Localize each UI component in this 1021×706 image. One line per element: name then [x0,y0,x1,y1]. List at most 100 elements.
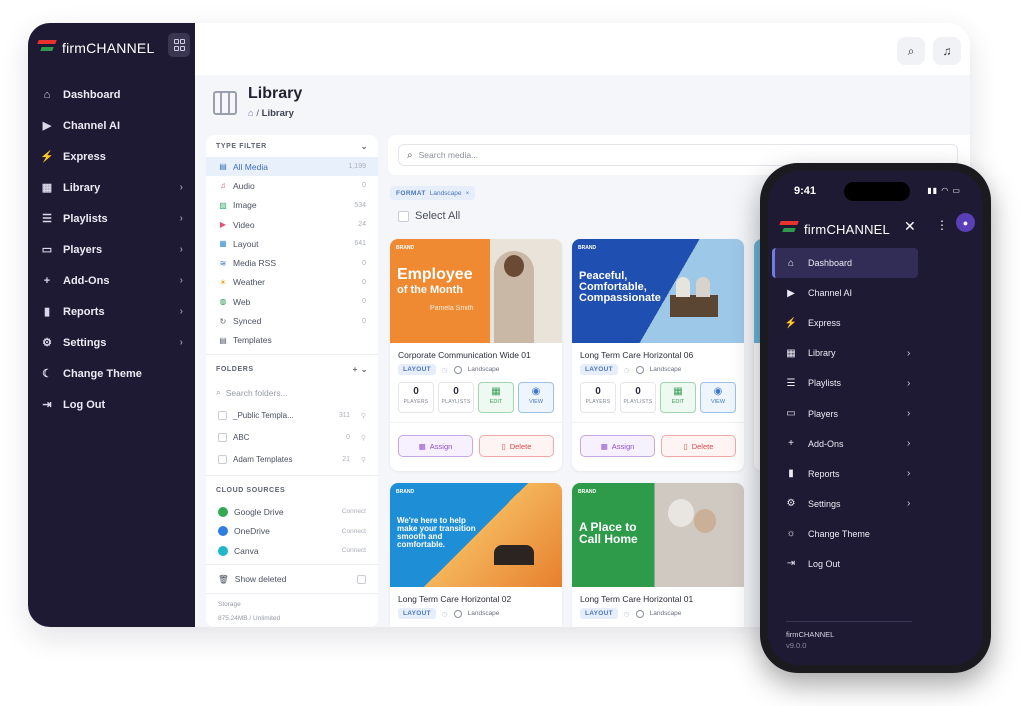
chevron-down-icon[interactable]: ⌄ [361,142,368,151]
edit-button[interactable]: ▦ EDIT [478,382,514,413]
card-tags: LAYOUT ◷ Landscape [390,604,562,623]
folder-search-input[interactable]: ⌕ Search folders... [216,383,368,403]
select-all-checkbox[interactable] [398,210,409,222]
phone-nav-item-express[interactable]: ⚡ Express [772,308,981,338]
media-thumbnail[interactable]: BRAND Peaceful, Comfortable, Compassiona… [572,239,744,343]
sidebar-item-playlists[interactable]: ☰ Playlists › [28,203,195,234]
folder-item[interactable]: _Public Templa... 311 ⚲ [206,405,378,427]
type-filter-audio[interactable]: ♫ Audio 0 [206,176,378,195]
folder-checkbox[interactable] [218,433,227,443]
sidebar-item-settings[interactable]: ⚙ Settings › [28,327,195,358]
media-thumbnail[interactable]: BRAND Employee of the Month Pamela Smith [390,239,562,343]
media-card[interactable]: BRAND We're here to help make your trans… [390,483,562,627]
phone-nav-item-add-ons[interactable]: + Add-Ons › [772,429,981,459]
pin-icon[interactable]: ⚲ [361,412,366,420]
chevron-right-icon: › [907,438,911,450]
chevron-right-icon: › [907,408,911,420]
sidebar-item-library[interactable]: ▦ Library › [28,172,195,203]
sidebar-item-players[interactable]: ▭ Players › [28,234,195,265]
view-button[interactable]: ◉ VIEW [700,382,736,413]
sidebar-item-reports[interactable]: ▮ Reports › [28,296,195,327]
media-card[interactable]: BRAND Employee of the Month Pamela Smith… [390,239,562,471]
film-icon: ▦ [786,347,796,359]
edit-button[interactable]: ▦ EDIT [660,382,696,413]
phone-nav-item-reports[interactable]: ▮ Reports › [772,459,981,489]
phone-nav-item-log-out[interactable]: ⇥ Log Out [772,549,981,579]
media-thumbnail[interactable]: BRAND We're here to help make your trans… [390,483,562,587]
notifications-button[interactable]: ♫ [933,37,961,65]
type-filter-web[interactable]: ◍ Web 0 [206,292,378,311]
sidebar-item-add-ons[interactable]: + Add-Ons › [28,265,195,296]
orientation-label: Landscape [649,610,682,617]
phone-nav-item-settings[interactable]: ⚙ Settings › [772,489,981,519]
pin-icon[interactable]: ⚲ [361,434,366,442]
assign-button[interactable]: ▦ Assign [398,435,473,457]
assign-button[interactable]: ▦ Assign [580,435,655,457]
type-label: Layout [233,238,259,249]
cloud-source-onedrive[interactable]: OneDrive Connect [206,521,378,541]
grid-icon: ▦ [418,441,426,451]
type-filter-video[interactable]: ▶ Video 24 [206,215,378,234]
connect-link[interactable]: Connect [342,547,366,554]
folder-item[interactable]: ABC 0 ⚲ [206,427,378,449]
show-deleted-toggle[interactable]: 🗑 Show deleted [206,569,378,589]
thumbnail-brand: BRAND [396,489,415,495]
select-all[interactable]: Select All [398,210,460,222]
type-filter-layout[interactable]: ▦ Layout 641 [206,234,378,253]
type-filter-templates[interactable]: ▤ Templates [206,331,378,350]
type-filter-synced[interactable]: ↻ Synced 0 [206,311,378,330]
folder-item[interactable]: Adam Templates 21 ⚲ [206,449,378,471]
cloud-source-google-drive[interactable]: Google Drive Connect [206,502,378,522]
folder-checkbox[interactable] [218,455,227,465]
folder-checkbox[interactable] [218,411,227,421]
phone-nav-item-channel-ai[interactable]: ▶ Channel AI [772,278,981,308]
media-thumbnail[interactable]: BRAND A Place to Call Home [572,483,744,587]
chevron-right-icon: › [179,337,183,348]
avatar[interactable]: ● [956,213,975,232]
more-vertical-icon[interactable]: ⋮ [936,218,948,232]
phone-nav-item-playlists[interactable]: ☰ Playlists › [772,368,981,398]
add-folder-icon[interactable]: + ⌄ [353,365,368,374]
players-count[interactable]: 0 PLAYERS [398,382,434,413]
type-filter-all-media[interactable]: ▤ All Media 1,199 [206,157,378,177]
pin-icon[interactable]: ⚲ [361,456,366,464]
chevron-right-icon: › [179,306,183,317]
phone-nav-item-change-theme[interactable]: ☼ Change Theme [772,519,981,549]
playlists-count[interactable]: 0 PLAYLISTS [620,382,656,413]
cloud-source-canva[interactable]: Canva Connect [206,541,378,561]
format-filter-chip[interactable]: FORMAT Landscape × [390,186,476,200]
playlists-count[interactable]: 0 PLAYLISTS [438,382,474,413]
phone-nav-label: Log Out [808,558,841,569]
show-deleted-checkbox[interactable] [357,574,366,584]
type-filter-image[interactable]: ▨ Image 534 [206,196,378,215]
phone-nav-item-players[interactable]: ▭ Players › [772,398,981,428]
close-icon[interactable]: ✕ [904,218,916,235]
delete-button[interactable]: ▯ Delete [479,435,554,457]
delete-button[interactable]: ▯ Delete [661,435,736,457]
view-button[interactable]: ◉ VIEW [518,382,554,413]
sidebar-item-change-theme[interactable]: ☾ Change Theme [28,358,195,389]
phone-nav-item-library[interactable]: ▦ Library › [772,338,981,368]
sidebar-item-channel-ai[interactable]: ▶ Channel AI [28,110,195,141]
cloud-source-label: OneDrive [234,526,270,537]
media-card[interactable]: BRAND Peaceful, Comfortable, Compassiona… [572,239,744,471]
connect-link[interactable]: Connect [342,528,366,535]
sidebar-item-express[interactable]: ⚡ Express [28,141,195,172]
brand-name: firmCHANNEL [62,40,155,56]
sidebar-item-dashboard[interactable]: ⌂ Dashboard [28,79,195,110]
folder-search-placeholder: Search folders... [225,387,288,398]
app-grid-icon[interactable] [168,33,190,57]
sidebar-item-log-out[interactable]: ⇥ Log Out [28,389,195,420]
phone-nav-item-dashboard[interactable]: ⌂ Dashboard [772,248,918,279]
search-button[interactable]: ⌕ [897,37,925,65]
type-filter-weather[interactable]: ☀ Weather 0 [206,273,378,292]
media-card[interactable]: BRAND A Place to Call Home Long Term Car… [572,483,744,627]
type-filter-media-rss[interactable]: ≋ Media RSS 0 [206,253,378,272]
home-icon[interactable]: ⌂ [248,108,254,119]
connect-link[interactable]: Connect [342,508,366,515]
close-icon[interactable]: × [466,190,470,197]
players-count[interactable]: 0 PLAYERS [580,382,616,413]
logout-icon: ⇥ [786,558,796,570]
type-filter-header[interactable]: TYPE FILTER ⌄ [206,135,378,157]
phone-logo[interactable]: firmCHANNEL [779,219,890,239]
